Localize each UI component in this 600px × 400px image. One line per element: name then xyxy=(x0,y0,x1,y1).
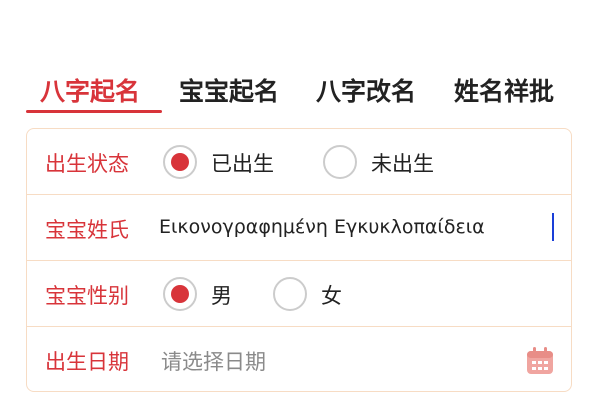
active-tab-indicator xyxy=(26,110,162,113)
naming-form: 出生状态 已出生 未出生 宝宝姓氏 宝宝性别 男 女 出生日期 请选择日期 xyxy=(26,128,572,392)
female-radio[interactable] xyxy=(273,277,307,311)
birth-status-row: 出生状态 已出生 未出生 xyxy=(27,129,571,195)
surname-row: 宝宝姓氏 xyxy=(27,195,571,261)
tab-bazi-renaming[interactable]: 八字改名 xyxy=(316,72,416,108)
born-option-label[interactable]: 已出生 xyxy=(211,148,274,178)
surname-input[interactable] xyxy=(159,209,557,245)
surname-label: 宝宝姓氏 xyxy=(45,218,129,242)
text-caret xyxy=(552,213,554,241)
tab-bazi-naming[interactable]: 八字起名 xyxy=(40,72,140,108)
tab-name-analysis[interactable]: 姓名祥批 xyxy=(454,72,554,108)
male-option-label[interactable]: 男 xyxy=(211,280,232,310)
calendar-icon[interactable] xyxy=(525,346,555,376)
tab-bar: 八字起名 宝宝起名 八字改名 姓名祥批 xyxy=(26,64,574,118)
tab-baby-naming[interactable]: 宝宝起名 xyxy=(179,72,279,108)
birth-date-row: 出生日期 请选择日期 xyxy=(27,327,571,393)
male-radio[interactable] xyxy=(163,277,197,311)
birth-status-label: 出生状态 xyxy=(45,152,129,176)
unborn-option-label[interactable]: 未出生 xyxy=(371,148,434,178)
birth-date-picker[interactable]: 请选择日期 xyxy=(161,346,266,376)
unborn-radio[interactable] xyxy=(323,145,357,179)
female-option-label[interactable]: 女 xyxy=(321,280,342,310)
birth-date-label: 出生日期 xyxy=(45,350,129,374)
gender-label: 宝宝性别 xyxy=(45,284,129,308)
gender-row: 宝宝性别 男 女 xyxy=(27,261,571,327)
born-radio[interactable] xyxy=(163,145,197,179)
